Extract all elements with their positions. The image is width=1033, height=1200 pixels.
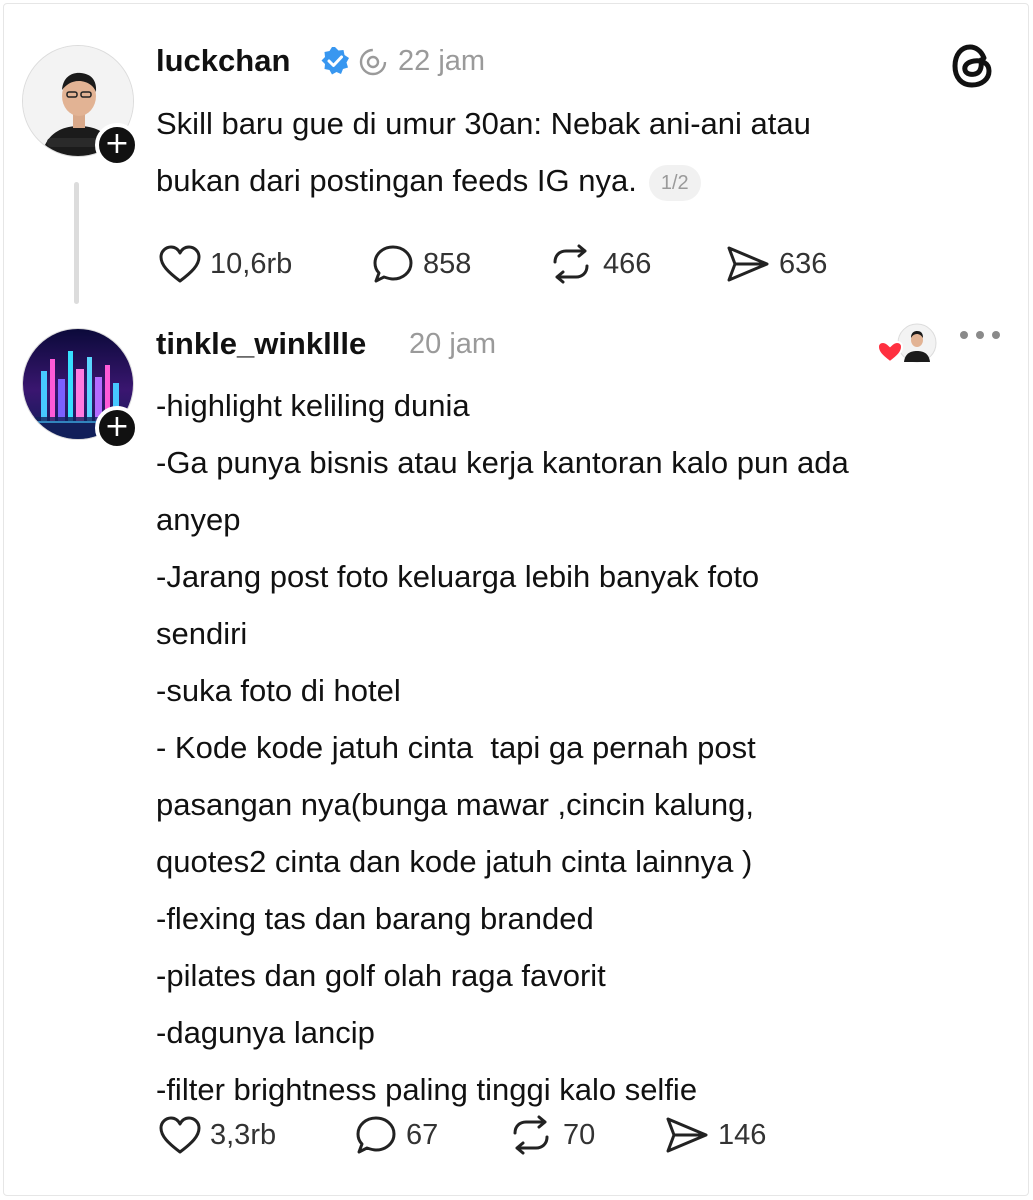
reply-count: 858: [423, 247, 472, 280]
thread-connector-line: [74, 182, 79, 304]
like-button[interactable]: 3,3rb: [158, 1115, 354, 1155]
reply-line: -filter brightness paling tinggi kalo se…: [156, 1072, 698, 1107]
send-icon: [666, 1117, 708, 1153]
post-line: Skill baru gue di umur 30an: Nebak ani-a…: [156, 106, 811, 141]
heart-icon: [159, 245, 201, 283]
reply-actions: 3,3rb 67 70 146: [158, 1115, 766, 1155]
reply-line: -flexing tas dan barang branded: [156, 901, 594, 936]
reply-line: sendiri: [156, 616, 248, 651]
share-button[interactable]: 146: [664, 1115, 766, 1155]
post-time: 20 jam: [409, 328, 497, 360]
page-indicator[interactable]: 1/2: [648, 164, 701, 201]
reply-line: - Kode kode jatuh cinta tapi ga pernah p…: [156, 730, 756, 765]
follow-plus-icon[interactable]: +: [95, 406, 139, 450]
repost-button[interactable]: 466: [547, 244, 725, 284]
comment-bubble-icon: [356, 1116, 396, 1154]
share-count: 146: [718, 1118, 767, 1151]
comment-bubble-icon: [373, 245, 413, 283]
like-count: 10,6rb: [210, 247, 293, 280]
reply-line: -pilates dan golf olah raga favorit: [156, 958, 606, 993]
reply-line: anyep: [156, 502, 241, 537]
repost-icon: [513, 1115, 549, 1155]
repost-icon: [553, 244, 589, 284]
more-dots-icon[interactable]: [958, 328, 1002, 342]
edited-indicator-icon: [359, 48, 387, 76]
author-liked-indicator: [874, 322, 940, 368]
like-count: 3,3rb: [210, 1118, 277, 1151]
threads-logo-icon[interactable]: [950, 41, 996, 91]
reply-line: -Jarang post foto keluarga lebih banyak …: [156, 559, 760, 594]
repost-button[interactable]: 70: [507, 1115, 664, 1155]
heart-icon: [876, 340, 904, 364]
reply-text: -highlight keliling dunia -Ga punya bisn…: [156, 377, 849, 1118]
reply-button[interactable]: 858: [371, 244, 547, 284]
post-line: bukan dari postingan feeds IG nya. 1/2: [156, 152, 811, 209]
reply-line: -Ga punya bisnis atau kerja kantoran kal…: [156, 445, 849, 480]
share-count: 636: [779, 247, 828, 280]
heart-icon: [159, 1116, 201, 1154]
reply-line: pasangan nya(bunga mawar ,cincin kalung,: [156, 787, 754, 822]
reply-line: -suka foto di hotel: [156, 673, 401, 708]
post-text: Skill baru gue di umur 30an: Nebak ani-a…: [156, 95, 811, 209]
verified-badge-icon: [321, 47, 349, 75]
reply-line: -dagunya lancip: [156, 1015, 375, 1050]
reply-button[interactable]: 67: [354, 1115, 507, 1155]
post-time: 22 jam: [398, 45, 486, 77]
repost-count: 70: [563, 1118, 596, 1151]
username-luckchan[interactable]: luckchan: [156, 43, 290, 79]
reply-line: quotes2 cinta dan kode jatuh cinta lainn…: [156, 844, 753, 879]
like-button[interactable]: 10,6rb: [158, 244, 371, 284]
post-line-text: bukan dari postingan feeds IG nya.: [156, 163, 637, 198]
send-icon: [727, 246, 769, 282]
repost-count: 466: [603, 247, 652, 280]
share-button[interactable]: 636: [725, 244, 827, 284]
username-tinkle-winkllle[interactable]: tinkle_winkllle: [156, 326, 366, 362]
post-actions: 10,6rb 858 466 636: [158, 244, 827, 284]
reply-line: -highlight keliling dunia: [156, 388, 470, 423]
reply-count: 67: [406, 1118, 439, 1151]
follow-plus-icon[interactable]: +: [95, 123, 139, 167]
